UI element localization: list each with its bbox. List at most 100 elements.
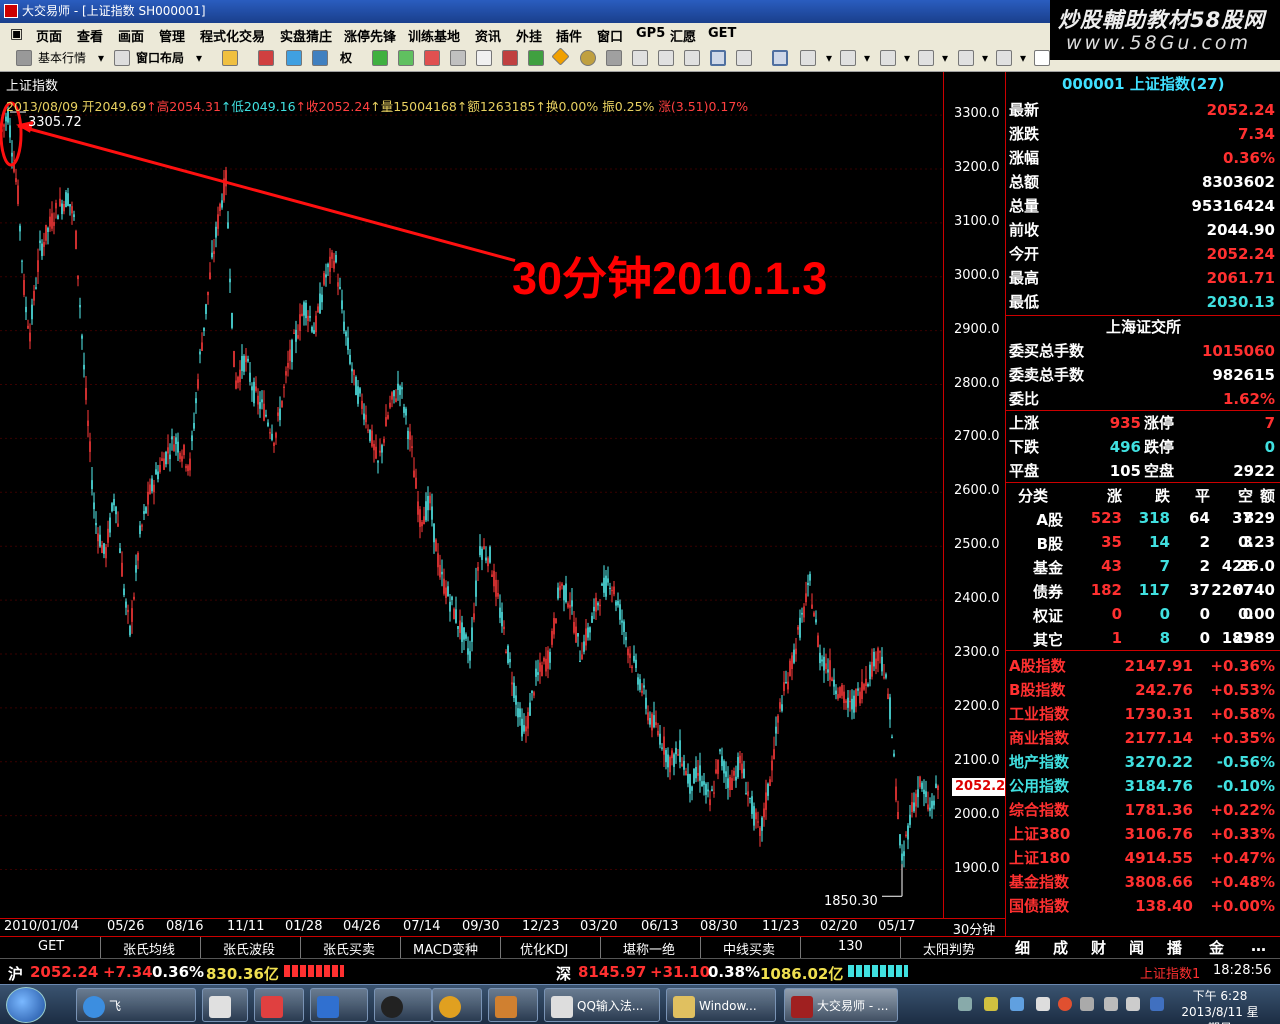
- index-row[interactable]: 国债指数 138.40 +0.00%: [1006, 894, 1280, 918]
- menu-limit-up[interactable]: 涨停先锋: [344, 26, 396, 45]
- menu-guess[interactable]: 实盘猜庄: [280, 26, 332, 45]
- rights-button[interactable]: 权: [340, 49, 352, 67]
- index-row[interactable]: 地产指数 3270.22 -0.56%: [1006, 750, 1280, 774]
- list-icon[interactable]: [424, 50, 440, 66]
- menu-window[interactable]: 窗口: [597, 26, 623, 45]
- window-icon[interactable]: [632, 50, 648, 66]
- folder-icon[interactable]: [222, 50, 238, 66]
- chevron-down-icon[interactable]: ▾: [864, 49, 870, 67]
- gear-icon[interactable]: [580, 50, 596, 66]
- grid-icon[interactable]: [312, 50, 328, 66]
- index-row[interactable]: 综合指数 1781.36 +0.22%: [1006, 798, 1280, 822]
- brush-icon[interactable]: [528, 50, 544, 66]
- menu-news[interactable]: 资讯: [475, 26, 501, 45]
- chevron-down-icon[interactable]: ▾: [982, 49, 988, 67]
- tray-shield-icon[interactable]: [1010, 997, 1024, 1011]
- move-icon[interactable]: [286, 50, 302, 66]
- tab-trades[interactable]: 成: [1053, 937, 1068, 958]
- line-chart-icon[interactable]: [684, 50, 700, 66]
- kline-chart[interactable]: 上证指数 2013/08/09 开2049.69↑高2054.31↑低2049.…: [0, 72, 943, 918]
- tab-sun[interactable]: 太阳判势: [923, 939, 975, 958]
- x-green-icon[interactable]: [372, 50, 388, 66]
- menu-screen[interactable]: 画面: [118, 26, 144, 45]
- start-button[interactable]: [6, 987, 46, 1023]
- layout-dropdown[interactable]: 窗口布局: [136, 49, 184, 67]
- tab-get[interactable]: GET: [38, 939, 64, 954]
- tray-flag-icon[interactable]: [1036, 997, 1050, 1011]
- x-icon[interactable]: [398, 50, 414, 66]
- taskbar-item-bird[interactable]: [310, 988, 368, 1022]
- menu-plugin-ext[interactable]: 外挂: [516, 26, 542, 45]
- index-row[interactable]: 商业指数 2177.14 +0.35%: [1006, 726, 1280, 750]
- menu-program-trade[interactable]: 程式化交易: [200, 26, 265, 45]
- market-dropdown[interactable]: 基本行情: [38, 49, 86, 67]
- tab-kdj[interactable]: 优化KDJ: [520, 939, 568, 958]
- chart-icon[interactable]: [658, 50, 674, 66]
- index-row[interactable]: B股指数 242.76 +0.53%: [1006, 678, 1280, 702]
- index-row[interactable]: 公用指数 3184.76 -0.10%: [1006, 774, 1280, 798]
- pointer-icon[interactable]: [772, 50, 788, 66]
- system-clock[interactable]: 下午 6:28 2013/8/11 星期日: [1180, 988, 1260, 1024]
- menu-app-icon[interactable]: ▣: [10, 26, 23, 42]
- menu-huiyuan[interactable]: 汇愿: [670, 26, 696, 45]
- monitor-icon[interactable]: [502, 50, 518, 66]
- menu-plugins[interactable]: 插件: [556, 26, 582, 45]
- fan-icon[interactable]: [918, 50, 934, 66]
- index-row[interactable]: 工业指数 1730.31 +0.58%: [1006, 702, 1280, 726]
- toolbar-red-icon[interactable]: [258, 50, 274, 66]
- index-row[interactable]: 上证380 3106.76 +0.33%: [1006, 822, 1280, 846]
- taskbar-item-map[interactable]: [254, 988, 304, 1022]
- index-row[interactable]: A股指数 2147.91 +0.36%: [1006, 654, 1280, 678]
- taskbar-item-app[interactable]: [202, 988, 248, 1022]
- index-row[interactable]: 基金指数 3808.66 +0.48%: [1006, 870, 1280, 894]
- taskbar-item-explorer[interactable]: Window...: [666, 988, 776, 1022]
- layout-selected-icon[interactable]: [710, 50, 726, 66]
- index-row[interactable]: 上证180 4914.55 +0.47%: [1006, 846, 1280, 870]
- tray-input-icon[interactable]: [1150, 997, 1164, 1011]
- menu-manage[interactable]: 管理: [159, 26, 185, 45]
- chevron-down-icon[interactable]: ▾: [826, 49, 832, 67]
- tray-volume-icon[interactable]: [1126, 997, 1140, 1011]
- tab-gold[interactable]: 金: [1209, 937, 1224, 958]
- chevron-down-icon[interactable]: ▾: [942, 49, 948, 67]
- warning-icon[interactable]: [551, 47, 570, 66]
- wave-icon[interactable]: [958, 50, 974, 66]
- tab-detail[interactable]: 细: [1015, 937, 1030, 958]
- chevron-down-icon[interactable]: ▾: [98, 49, 104, 67]
- tab-zhang-wave[interactable]: 张氏波段: [223, 939, 275, 958]
- tab-finance[interactable]: 财: [1091, 937, 1106, 958]
- tab-zhang-trade[interactable]: 张氏买卖: [323, 939, 375, 958]
- tab-mid-trade[interactable]: 中线买卖: [723, 939, 775, 958]
- tab-zhang-ma[interactable]: 张氏均线: [123, 939, 175, 958]
- tray-security-icon[interactable]: [1080, 997, 1094, 1011]
- menu-get[interactable]: GET: [708, 26, 736, 41]
- channel-icon[interactable]: [996, 50, 1012, 66]
- tab-broadcast[interactable]: 播: [1167, 937, 1182, 958]
- current-stock[interactable]: 上证指数1: [1140, 963, 1200, 982]
- tile-icon[interactable]: [736, 50, 752, 66]
- doc-icon[interactable]: [476, 50, 492, 66]
- taskbar-item-box[interactable]: [488, 988, 538, 1022]
- rect-icon[interactable]: [1034, 50, 1050, 66]
- tab-more[interactable]: …: [1251, 937, 1266, 955]
- tray-360-icon[interactable]: [1058, 997, 1072, 1011]
- taskbar-item-browser[interactable]: 飞: [76, 988, 196, 1022]
- copy-icon[interactable]: [450, 50, 466, 66]
- tab-news[interactable]: 闻: [1129, 937, 1144, 958]
- menu-training[interactable]: 训练基地: [408, 26, 460, 45]
- taskbar-item-qq[interactable]: [374, 988, 432, 1022]
- taskbar-item-trader[interactable]: 大交易师 - ...: [784, 988, 898, 1022]
- tab-macd[interactable]: MACD变种: [413, 939, 478, 958]
- bars-icon[interactable]: [880, 50, 896, 66]
- tab-best[interactable]: 堪称一绝: [623, 939, 675, 958]
- menu-page[interactable]: 页面: [36, 26, 62, 45]
- chevron-down-icon[interactable]: ▾: [196, 49, 202, 67]
- hline-icon[interactable]: [840, 50, 856, 66]
- taskbar-item-qq-input[interactable]: QQ输入法...: [544, 988, 660, 1022]
- tab-130[interactable]: 130: [838, 939, 863, 954]
- tray-network-icon[interactable]: [958, 997, 972, 1011]
- chevron-down-icon[interactable]: ▾: [1020, 49, 1026, 67]
- draw-line-icon[interactable]: [800, 50, 816, 66]
- chevron-down-icon[interactable]: ▾: [904, 49, 910, 67]
- period-label[interactable]: 30分钟: [943, 918, 1005, 938]
